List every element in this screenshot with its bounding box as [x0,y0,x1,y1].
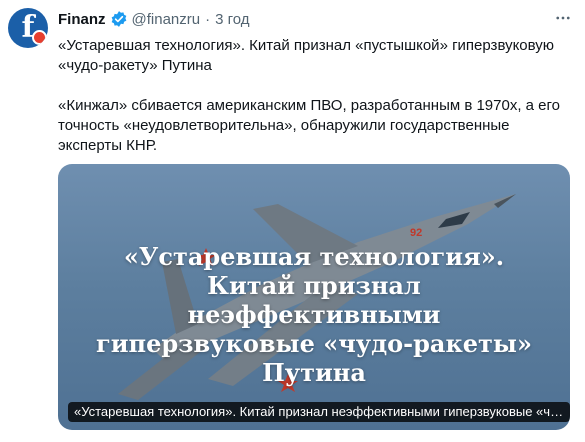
media-headline: «Устаревшая технология». Китай признал н… [96,242,532,387]
author-handle[interactable]: @finanzru [132,11,201,28]
tweet-paragraph-2: «Кинжал» сбивается американским ПВО, раз… [58,97,561,154]
avatar-logo-dot [32,30,47,45]
tweet-timestamp[interactable]: 3 год [215,11,249,28]
verified-badge-icon [110,10,128,28]
tail-number: 92 [410,227,422,239]
tweet-paragraph-1: «Устаревшая технология». Китай признал «… [58,37,555,74]
media-caption: «Устаревшая технология». Китай признал н… [68,402,570,422]
author-name[interactable]: Finanz [58,11,106,28]
header-separator: · [205,10,211,28]
more-options-icon[interactable] [553,8,573,28]
tweet-header: Finanz @finanzru · 3 год [58,9,250,29]
avatar[interactable]: f [8,8,48,48]
tweet-text: «Устаревшая технология». Китай признал «… [58,36,568,156]
tweet-media-image[interactable]: 92 «Устаревшая технология». Китай призна… [58,164,570,430]
tweet-card[interactable]: f Finanz @finanzru · 3 год «Устаревшая т… [0,0,585,442]
